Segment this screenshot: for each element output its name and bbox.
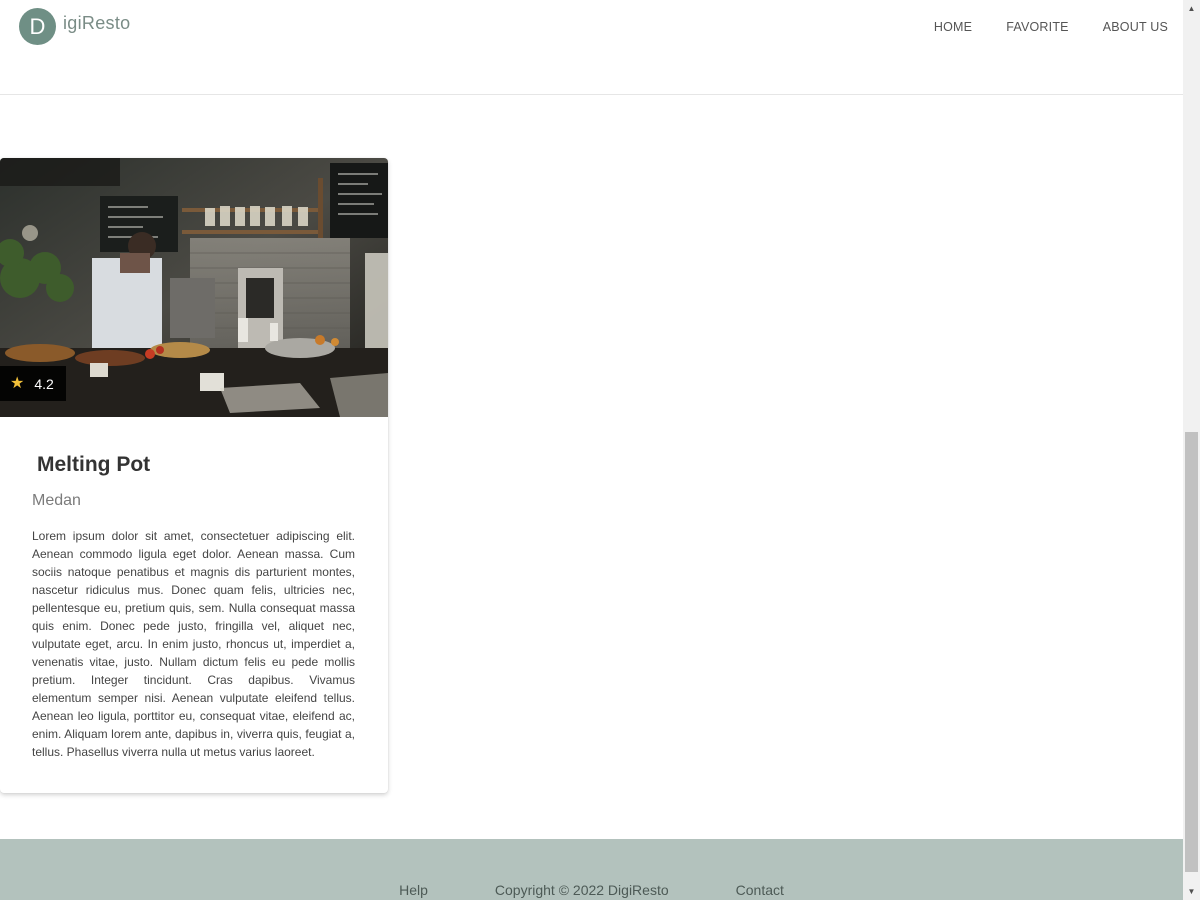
nav-home-link[interactable]: HOME xyxy=(934,20,972,34)
brand-logo[interactable]: D igiResto xyxy=(19,8,130,45)
footer-copyright: Copyright © 2022 DigiResto xyxy=(494,882,669,898)
app-footer: Help Copyright © 2022 DigiResto Contact xyxy=(0,839,1183,900)
scrollbar-thumb[interactable] xyxy=(1185,432,1198,872)
app-header: D igiResto HOME FAVORITE ABOUT US xyxy=(0,0,1183,95)
vertical-scrollbar[interactable]: ▲ ▼ xyxy=(1183,0,1200,900)
restaurant-description: Lorem ipsum dolor sit amet, consectetuer… xyxy=(32,529,355,759)
main-nav: HOME FAVORITE ABOUT US xyxy=(900,20,1168,34)
restaurant-photo: ★ 4.2 xyxy=(0,158,388,417)
restaurant-card[interactable]: ★ 4.2 Melting Pot Medan Lorem ipsum dolo… xyxy=(0,158,388,793)
page: D igiResto HOME FAVORITE ABOUT US ★ 4.2 … xyxy=(0,0,1183,900)
restaurant-name[interactable]: Melting Pot xyxy=(37,453,150,477)
rating-value: 4.2 xyxy=(34,375,54,392)
brand-name: igiResto xyxy=(63,13,131,33)
star-icon: ★ xyxy=(10,374,25,392)
nav-favorite-link[interactable]: FAVORITE xyxy=(1006,20,1069,34)
restaurant-city: Medan xyxy=(32,492,81,509)
scroll-up-icon[interactable]: ▲ xyxy=(1183,0,1200,17)
rating-badge: ★ 4.2 xyxy=(0,366,66,401)
footer-help-link[interactable]: Help xyxy=(399,882,428,898)
nav-about-us-link[interactable]: ABOUT US xyxy=(1103,20,1168,34)
brand-initial-badge: D xyxy=(19,8,56,45)
footer-links: Help Copyright © 2022 DigiResto Contact xyxy=(0,882,1183,898)
scroll-down-icon[interactable]: ▼ xyxy=(1183,883,1200,900)
footer-contact-link[interactable]: Contact xyxy=(736,882,784,898)
